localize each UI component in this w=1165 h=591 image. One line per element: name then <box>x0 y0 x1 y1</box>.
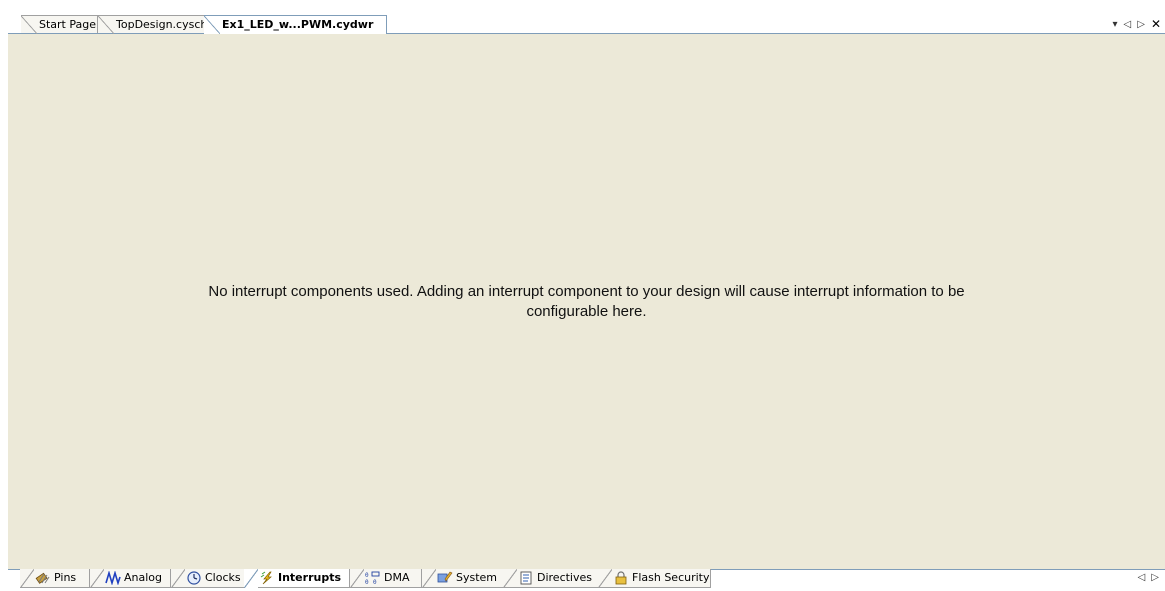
tab-pins[interactable]: Pins <box>20 569 90 588</box>
document-tab-strip: Start Page TopDesign.cysch Ex1_LED_w...P… <box>0 0 1165 34</box>
tab-clocks[interactable]: Clocks <box>171 569 247 588</box>
tab-ex1-led-pwm-cydwr[interactable]: Ex1_LED_w...PWM.cydwr <box>204 15 387 34</box>
analog-wave-icon <box>105 570 121 586</box>
tab-label: TopDesign.cysch <box>116 18 208 31</box>
scroll-left-icon[interactable]: ◁ <box>1138 572 1146 583</box>
scroll-right-icon[interactable]: ▷ <box>1151 572 1159 583</box>
tab-interrupts[interactable]: Interrupts <box>244 569 350 588</box>
dma-icon: 0 0 0 <box>365 571 381 586</box>
tab-system[interactable]: System <box>422 569 504 588</box>
tab-flash-security[interactable]: Flash Security <box>598 569 711 588</box>
interrupts-editor-panel: No interrupt components used. Adding an … <box>8 34 1165 569</box>
empty-state-line-2: configurable here. <box>526 303 647 320</box>
tab-label: Flash Security <box>632 571 710 584</box>
design-wide-resources-tab-strip: Pins Analog Clocks Interrupts 0 0 0 DMA … <box>0 569 1165 591</box>
svg-text:0: 0 <box>365 572 369 579</box>
tab-dma[interactable]: 0 0 0 DMA <box>350 569 422 588</box>
tab-label: Clocks <box>205 571 241 584</box>
scroll-left-icon[interactable]: ◁ <box>1124 19 1132 30</box>
tab-label: System <box>456 571 498 584</box>
system-icon <box>437 571 453 585</box>
tab-label: Interrupts <box>278 571 342 584</box>
tab-label: Directives <box>537 571 592 584</box>
tab-analog[interactable]: Analog <box>90 569 171 588</box>
window-list-dropdown-icon[interactable]: ▾ <box>1113 19 1118 30</box>
close-icon[interactable]: ✕ <box>1151 17 1161 31</box>
svg-text:0: 0 <box>373 579 377 585</box>
bottom-tab-scroll-controls: ◁ ▷ <box>1138 572 1159 583</box>
document-window-controls: ▾ ◁ ▷ ✕ <box>1113 17 1162 31</box>
empty-state-line-1: No interrupt components used. Adding an … <box>208 283 965 300</box>
svg-text:0: 0 <box>365 579 369 585</box>
tab-start-page[interactable]: Start Page <box>21 15 98 34</box>
tab-label: Ex1_LED_w...PWM.cydwr <box>222 18 374 31</box>
tab-label: Start Page <box>39 18 96 31</box>
scroll-right-icon[interactable]: ▷ <box>1137 19 1145 30</box>
lightning-icon <box>259 571 275 585</box>
tab-topdesign-cysch[interactable]: TopDesign.cysch <box>98 15 212 34</box>
pins-icon <box>35 571 51 585</box>
tab-label: DMA <box>384 571 410 584</box>
lock-icon <box>613 571 629 585</box>
tab-label: Pins <box>54 571 77 584</box>
tab-directives[interactable]: Directives <box>503 569 599 588</box>
empty-state-message: No interrupt components used. Adding an … <box>8 282 1165 322</box>
document-icon <box>518 571 534 585</box>
tab-label: Analog <box>124 571 163 584</box>
clock-icon <box>186 571 202 585</box>
